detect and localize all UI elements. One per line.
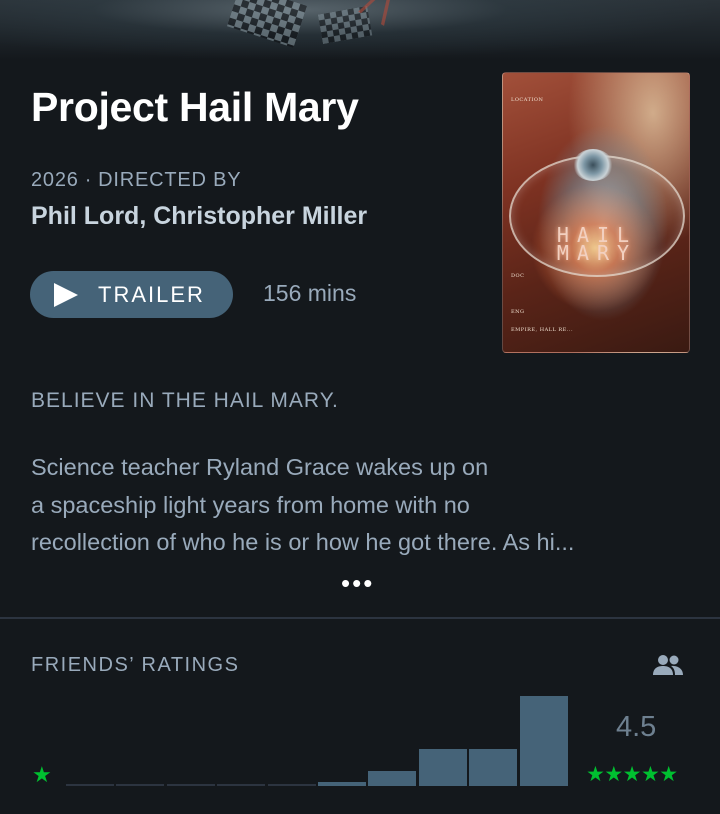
low-rating-star-icon: ★ <box>32 762 52 787</box>
rating-bar-3[interactable] <box>318 781 366 786</box>
rating-bar-2[interactable] <box>217 784 266 786</box>
rating-bar-4.5[interactable] <box>469 748 518 786</box>
rating-bar-5[interactable] <box>519 696 568 786</box>
ratings-histogram <box>0 0 720 814</box>
rating-bar-3.5[interactable] <box>368 770 417 786</box>
rating-bar-1[interactable] <box>116 784 165 786</box>
rating-bar-0.5[interactable] <box>66 784 114 786</box>
rating-bar-2.5[interactable] <box>267 784 316 786</box>
rating-bar-4[interactable] <box>418 748 467 786</box>
high-rating-stars-icon: ★★★★★ <box>586 763 678 786</box>
rating-bar-1.5[interactable] <box>166 784 215 786</box>
average-rating[interactable]: 4.5 <box>616 711 656 744</box>
